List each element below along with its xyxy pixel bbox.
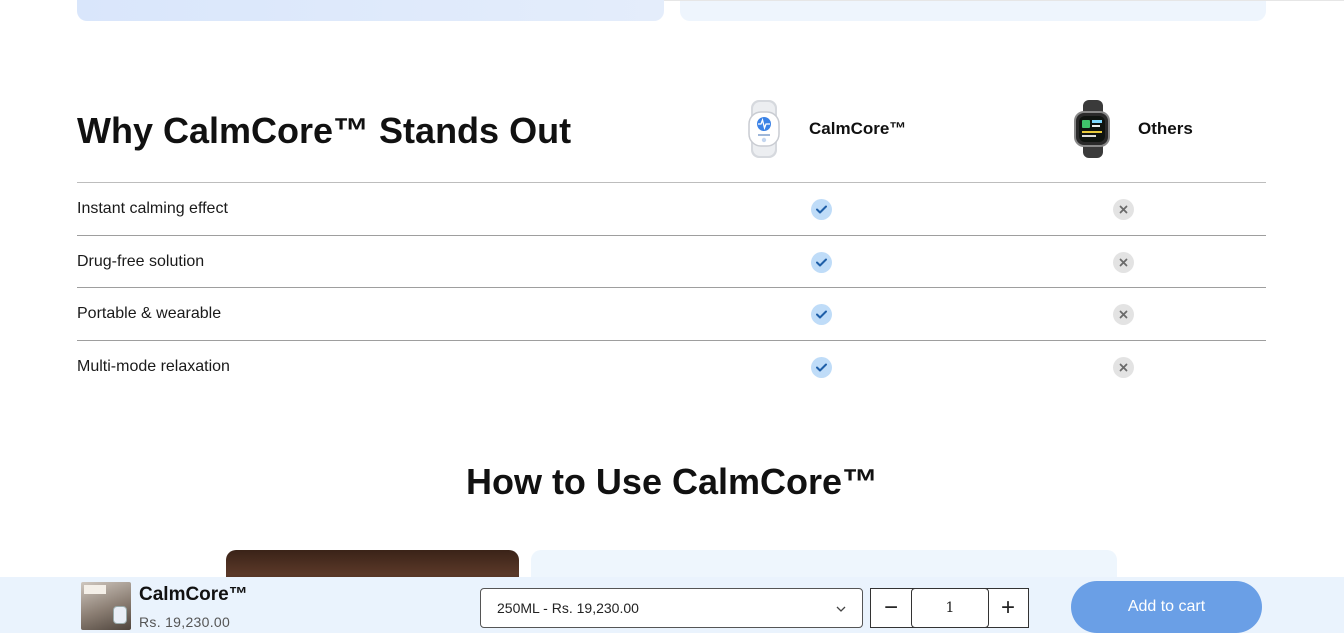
feature-label: Multi-mode relaxation	[77, 357, 230, 375]
cross-icon	[1113, 356, 1134, 378]
column-others-label: Others	[1138, 119, 1193, 138]
cross-icon	[1113, 199, 1134, 220]
divider	[664, 0, 1344, 1]
variant-select[interactable]: 250ML - Rs. 19,230.00	[480, 588, 863, 628]
product-price: Rs. 19,230.00	[139, 614, 231, 630]
column-calmcore: CalmCore™	[733, 98, 906, 160]
comparison-row: Drug-free solution	[77, 236, 1266, 288]
product-thumbnail	[81, 582, 131, 630]
section-title: Why CalmCore™ Stands Out	[77, 110, 572, 151]
smartwatch-icon	[1062, 98, 1124, 160]
check-icon	[811, 356, 832, 378]
banner-card-left	[77, 0, 664, 21]
comparison-table: Why CalmCore™ Stands Out CalmCore™ Other…	[77, 90, 1266, 393]
quantity-decrease-button[interactable]: −	[871, 589, 911, 627]
feature-label: Instant calming effect	[77, 200, 228, 217]
comparison-row: Multi-mode relaxation	[77, 341, 1266, 394]
column-others: Others	[1062, 98, 1193, 160]
quantity-input[interactable]	[911, 588, 989, 628]
cross-icon	[1113, 251, 1134, 273]
quantity-increase-button[interactable]: +	[988, 589, 1028, 627]
calmcore-device-icon	[733, 98, 795, 160]
how-to-title: How to Use CalmCore™	[465, 461, 879, 502]
cross-icon	[1113, 304, 1134, 325]
column-calmcore-label: CalmCore™	[809, 119, 907, 138]
chevron-down-icon	[836, 606, 846, 612]
variant-selected-value: 250ML - Rs. 19,230.00	[497, 600, 639, 616]
comparison-row: Portable & wearable	[77, 288, 1266, 341]
check-icon	[811, 199, 832, 220]
banner-card-right	[680, 0, 1266, 21]
comparison-header: Why CalmCore™ Stands Out CalmCore™ Other…	[77, 90, 1266, 183]
check-icon	[811, 251, 832, 273]
check-icon	[811, 304, 832, 325]
add-to-cart-button[interactable]: Add to cart	[1071, 581, 1262, 633]
feature-label: Drug-free solution	[77, 252, 205, 270]
sticky-add-to-cart-bar: CalmCore™ Rs. 19,230.00 250ML - Rs. 19,2…	[0, 577, 1344, 633]
product-name: CalmCore™	[139, 584, 248, 605]
feature-label: Portable & wearable	[77, 305, 222, 322]
quantity-stepper: − +	[870, 588, 1029, 628]
comparison-row: Instant calming effect	[77, 183, 1266, 236]
